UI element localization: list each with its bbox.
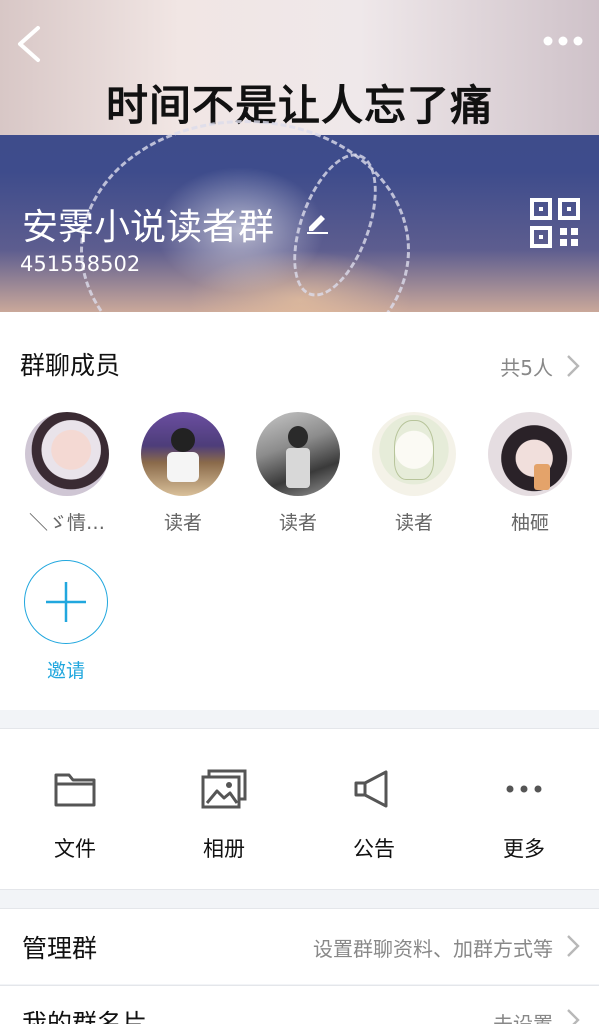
member-item[interactable]: 柚砸 <box>480 412 580 535</box>
members-count[interactable]: 共5人 <box>500 352 553 381</box>
my-group-card-row[interactable]: 我的群名片 未设置 <box>0 985 599 1024</box>
invite-button[interactable]: 邀请 <box>16 560 116 683</box>
invite-label: 邀请 <box>46 660 85 682</box>
action-label: 相册 <box>203 837 245 861</box>
row-value: 未设置 <box>493 1012 553 1024</box>
folder-icon <box>54 773 96 807</box>
group-cover: 时间不是让人忘了痛 安霁小说读者群 451558502 <box>0 0 599 312</box>
member-name: 读者 <box>278 512 317 534</box>
member-name: 柚砸 <box>510 512 549 534</box>
action-file[interactable]: 文件 <box>15 769 135 863</box>
avatar <box>488 412 572 496</box>
row-value: 设置群聊资料、加群方式等 <box>313 937 553 961</box>
avatar <box>25 412 109 496</box>
row-title: 管理群 <box>22 934 98 963</box>
chevron-right-icon[interactable] <box>566 354 580 378</box>
row-title: 我的群名片 <box>22 1009 148 1024</box>
member-item[interactable]: ＼ゞ情… <box>17 412 117 535</box>
member-item[interactable]: 读者 <box>133 412 233 535</box>
members-section: 群聊成员 共5人 ＼ゞ情… 读者 读者 读者 柚砸 邀请 <box>0 312 599 710</box>
plus-icon <box>45 581 86 622</box>
action-label: 公告 <box>353 837 395 861</box>
more-dots-icon <box>506 785 542 793</box>
cover-banner-text: 时间不是让人忘了痛 <box>105 81 493 130</box>
member-item[interactable]: 读者 <box>364 412 464 535</box>
qr-code-icon[interactable] <box>530 198 580 248</box>
group-name: 安霁小说读者群 <box>22 207 275 248</box>
megaphone-icon <box>354 770 388 808</box>
avatar <box>141 412 225 496</box>
group-profile-page: 时间不是让人忘了痛 安霁小说读者群 451558502 群聊成员 共5人 ＼ゞ情… <box>0 0 599 1024</box>
members-title: 群聊成员 <box>20 351 121 380</box>
more-options-icon[interactable] <box>540 26 586 56</box>
member-name: 读者 <box>394 512 433 534</box>
avatar <box>372 412 456 496</box>
action-label: 更多 <box>503 837 545 861</box>
action-announcement[interactable]: 公告 <box>314 769 434 863</box>
action-label: 文件 <box>54 837 96 861</box>
group-actions: 文件 相册 公告 更多 <box>0 728 599 890</box>
avatar <box>256 412 340 496</box>
chevron-right-icon <box>567 1009 580 1024</box>
member-item[interactable]: 读者 <box>248 412 348 535</box>
group-id: 451558502 <box>20 252 141 276</box>
member-name: 读者 <box>163 512 202 534</box>
invite-circle[interactable] <box>24 560 108 644</box>
member-name: ＼ゞ情… <box>28 512 105 534</box>
action-more[interactable]: 更多 <box>464 769 584 863</box>
edit-name-icon[interactable] <box>304 208 330 234</box>
chevron-right-icon <box>567 935 580 957</box>
manage-group-row[interactable]: 管理群 设置群聊资料、加群方式等 <box>0 908 599 984</box>
back-arrow-icon[interactable] <box>12 22 46 66</box>
cover-banner: 时间不是让人忘了痛 <box>0 0 599 135</box>
action-album[interactable]: 相册 <box>164 769 284 863</box>
album-icon <box>201 769 247 809</box>
